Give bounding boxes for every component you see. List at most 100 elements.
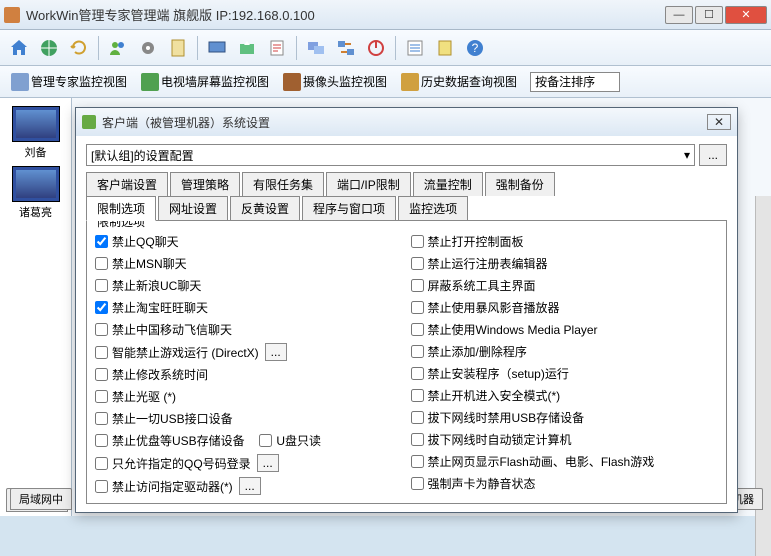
tab-traffic[interactable]: 流量控制 (413, 172, 483, 196)
chk-unplug-lock[interactable]: 拔下网线时自动锁定计算机 (411, 431, 719, 448)
minimize-button[interactable]: — (665, 6, 693, 24)
transfer-icon[interactable] (333, 35, 359, 61)
notes-icon[interactable] (432, 35, 458, 61)
chk-usb-storage[interactable]: 禁止优盘等USB存储设备 U盘只读 (95, 432, 403, 449)
checkbox[interactable] (259, 434, 272, 447)
window-controls: — ☐ ✕ (665, 6, 767, 24)
chk-uc[interactable]: 禁止新浪UC聊天 (95, 277, 403, 294)
checkbox[interactable] (411, 279, 424, 292)
checkbox[interactable] (411, 301, 424, 314)
gear-icon[interactable] (135, 35, 161, 61)
checkbox[interactable] (411, 477, 424, 490)
chk-systools[interactable]: 屏蔽系统工具主界面 (411, 277, 719, 294)
export-icon[interactable] (234, 35, 260, 61)
chk-cdrom[interactable]: 禁止光驱 (*) (95, 388, 403, 405)
chk-addremove[interactable]: 禁止添加/删除程序 (411, 343, 719, 360)
checkbox[interactable] (411, 455, 424, 468)
users-icon[interactable] (105, 35, 131, 61)
chk-baofeng[interactable]: 禁止使用暴风影音播放器 (411, 299, 719, 316)
windows-icon[interactable] (303, 35, 329, 61)
checkbox[interactable] (411, 235, 424, 248)
tab-policy[interactable]: 管理策略 (170, 172, 240, 196)
checkbox[interactable] (95, 323, 108, 336)
client-thumb[interactable]: 诸葛亮 (4, 166, 67, 220)
chk-wangwang[interactable]: 禁止淘宝旺旺聊天 (95, 299, 403, 316)
checkbox[interactable] (95, 257, 108, 270)
checkbox[interactable] (411, 257, 424, 270)
chk-time[interactable]: 禁止修改系统时间 (95, 366, 403, 383)
checkbox[interactable] (411, 411, 424, 424)
power-icon[interactable] (363, 35, 389, 61)
checkbox[interactable] (95, 346, 108, 359)
tab-client-settings[interactable]: 客户端设置 (86, 172, 168, 196)
screen-icon[interactable] (204, 35, 230, 61)
list-icon[interactable] (402, 35, 428, 61)
checkbox[interactable] (411, 323, 424, 336)
chk-drive[interactable]: 禁止访问指定驱动器(*)... (95, 477, 403, 495)
checkbox[interactable] (95, 480, 108, 493)
close-button[interactable]: ✕ (725, 6, 767, 24)
chk-setup[interactable]: 禁止安装程序（setup)运行 (411, 365, 719, 382)
chk-mute[interactable]: 强制声卡为静音状态 (411, 475, 719, 492)
checkbox[interactable] (95, 235, 108, 248)
report-icon[interactable] (264, 35, 290, 61)
chk-regedit[interactable]: 禁止运行注册表编辑器 (411, 255, 719, 272)
checkbox[interactable] (95, 279, 108, 292)
client-list-panel: 刘备 诸葛亮 (0, 98, 72, 516)
refresh-icon[interactable] (66, 35, 92, 61)
document-icon[interactable] (165, 35, 191, 61)
home-icon[interactable] (6, 35, 32, 61)
tab-programs[interactable]: 程序与窗口项 (302, 196, 396, 221)
chk-usb-all[interactable]: 禁止一切USB接口设备 (95, 410, 403, 427)
tab-backup[interactable]: 强制备份 (485, 172, 555, 196)
checkbox[interactable] (95, 301, 108, 314)
tab-lan[interactable]: 局域网中 (10, 488, 72, 510)
checkbox[interactable] (411, 389, 424, 402)
globe-icon[interactable] (36, 35, 62, 61)
chk-qq[interactable]: 禁止QQ聊天 (95, 233, 403, 250)
view-camera-button[interactable]: 摄像头监控视图 (278, 70, 392, 94)
checkbox[interactable] (411, 433, 424, 446)
checkbox[interactable] (411, 367, 424, 380)
chk-ctrlpanel[interactable]: 禁止打开控制面板 (411, 233, 719, 250)
checkbox[interactable] (95, 368, 108, 381)
view-wall-button[interactable]: 电视墙屏幕监控视图 (136, 70, 274, 94)
view-label: 摄像头监控视图 (303, 73, 387, 90)
view-history-button[interactable]: 历史数据查询视图 (396, 70, 522, 94)
client-thumb[interactable]: 刘备 (4, 106, 67, 160)
more-button[interactable]: ... (265, 343, 287, 361)
maximize-button[interactable]: ☐ (695, 6, 723, 24)
chk-msn[interactable]: 禁止MSN聊天 (95, 255, 403, 272)
tab-antiporn[interactable]: 反黄设置 (230, 196, 300, 221)
chk-fetion[interactable]: 禁止中国移动飞信聊天 (95, 321, 403, 338)
chk-wmp[interactable]: 禁止使用Windows Media Player (411, 321, 719, 338)
chk-label: 禁止访问指定驱动器(*) (112, 478, 233, 495)
chk-label: U盘只读 (276, 432, 321, 449)
chk-unplug-usb[interactable]: 拔下网线时禁用USB存储设备 (411, 409, 719, 426)
more-button[interactable]: ... (257, 454, 279, 472)
checkbox[interactable] (95, 390, 108, 403)
view-admin-button[interactable]: 管理专家监控视图 (6, 70, 132, 94)
sort-select[interactable]: 按备注排序 (530, 72, 620, 92)
config-more-button[interactable]: ... (699, 144, 727, 166)
tab-port-ip[interactable]: 端口/IP限制 (326, 172, 411, 196)
tab-url[interactable]: 网址设置 (158, 196, 228, 221)
dialog-close-button[interactable]: ✕ (707, 114, 731, 130)
chk-qq-allow[interactable]: 只允许指定的QQ号码登录... (95, 454, 403, 472)
checkbox[interactable] (95, 434, 108, 447)
chk-safemode[interactable]: 禁止开机进入安全模式(*) (411, 387, 719, 404)
tab-tasks[interactable]: 有限任务集 (242, 172, 324, 196)
checkbox[interactable] (411, 345, 424, 358)
chk-label: 拔下网线时禁用USB存储设备 (428, 409, 585, 426)
help-icon[interactable]: ? (462, 35, 488, 61)
more-button[interactable]: ... (239, 477, 261, 495)
tab-monitor-opts[interactable]: 监控选项 (398, 196, 468, 221)
checkbox[interactable] (95, 412, 108, 425)
checkbox[interactable] (95, 457, 108, 470)
config-group-select[interactable]: [默认组]的设置配置 ▾ (86, 144, 695, 166)
tab-restrict[interactable]: 限制选项 (86, 196, 156, 221)
chk-label: 禁止光驱 (*) (112, 388, 176, 405)
view-label: 电视墙屏幕监控视图 (161, 73, 269, 90)
chk-flash[interactable]: 禁止网页显示Flash动画、电影、Flash游戏 (411, 453, 719, 470)
chk-games[interactable]: 智能禁止游戏运行 (DirectX)... (95, 343, 403, 361)
